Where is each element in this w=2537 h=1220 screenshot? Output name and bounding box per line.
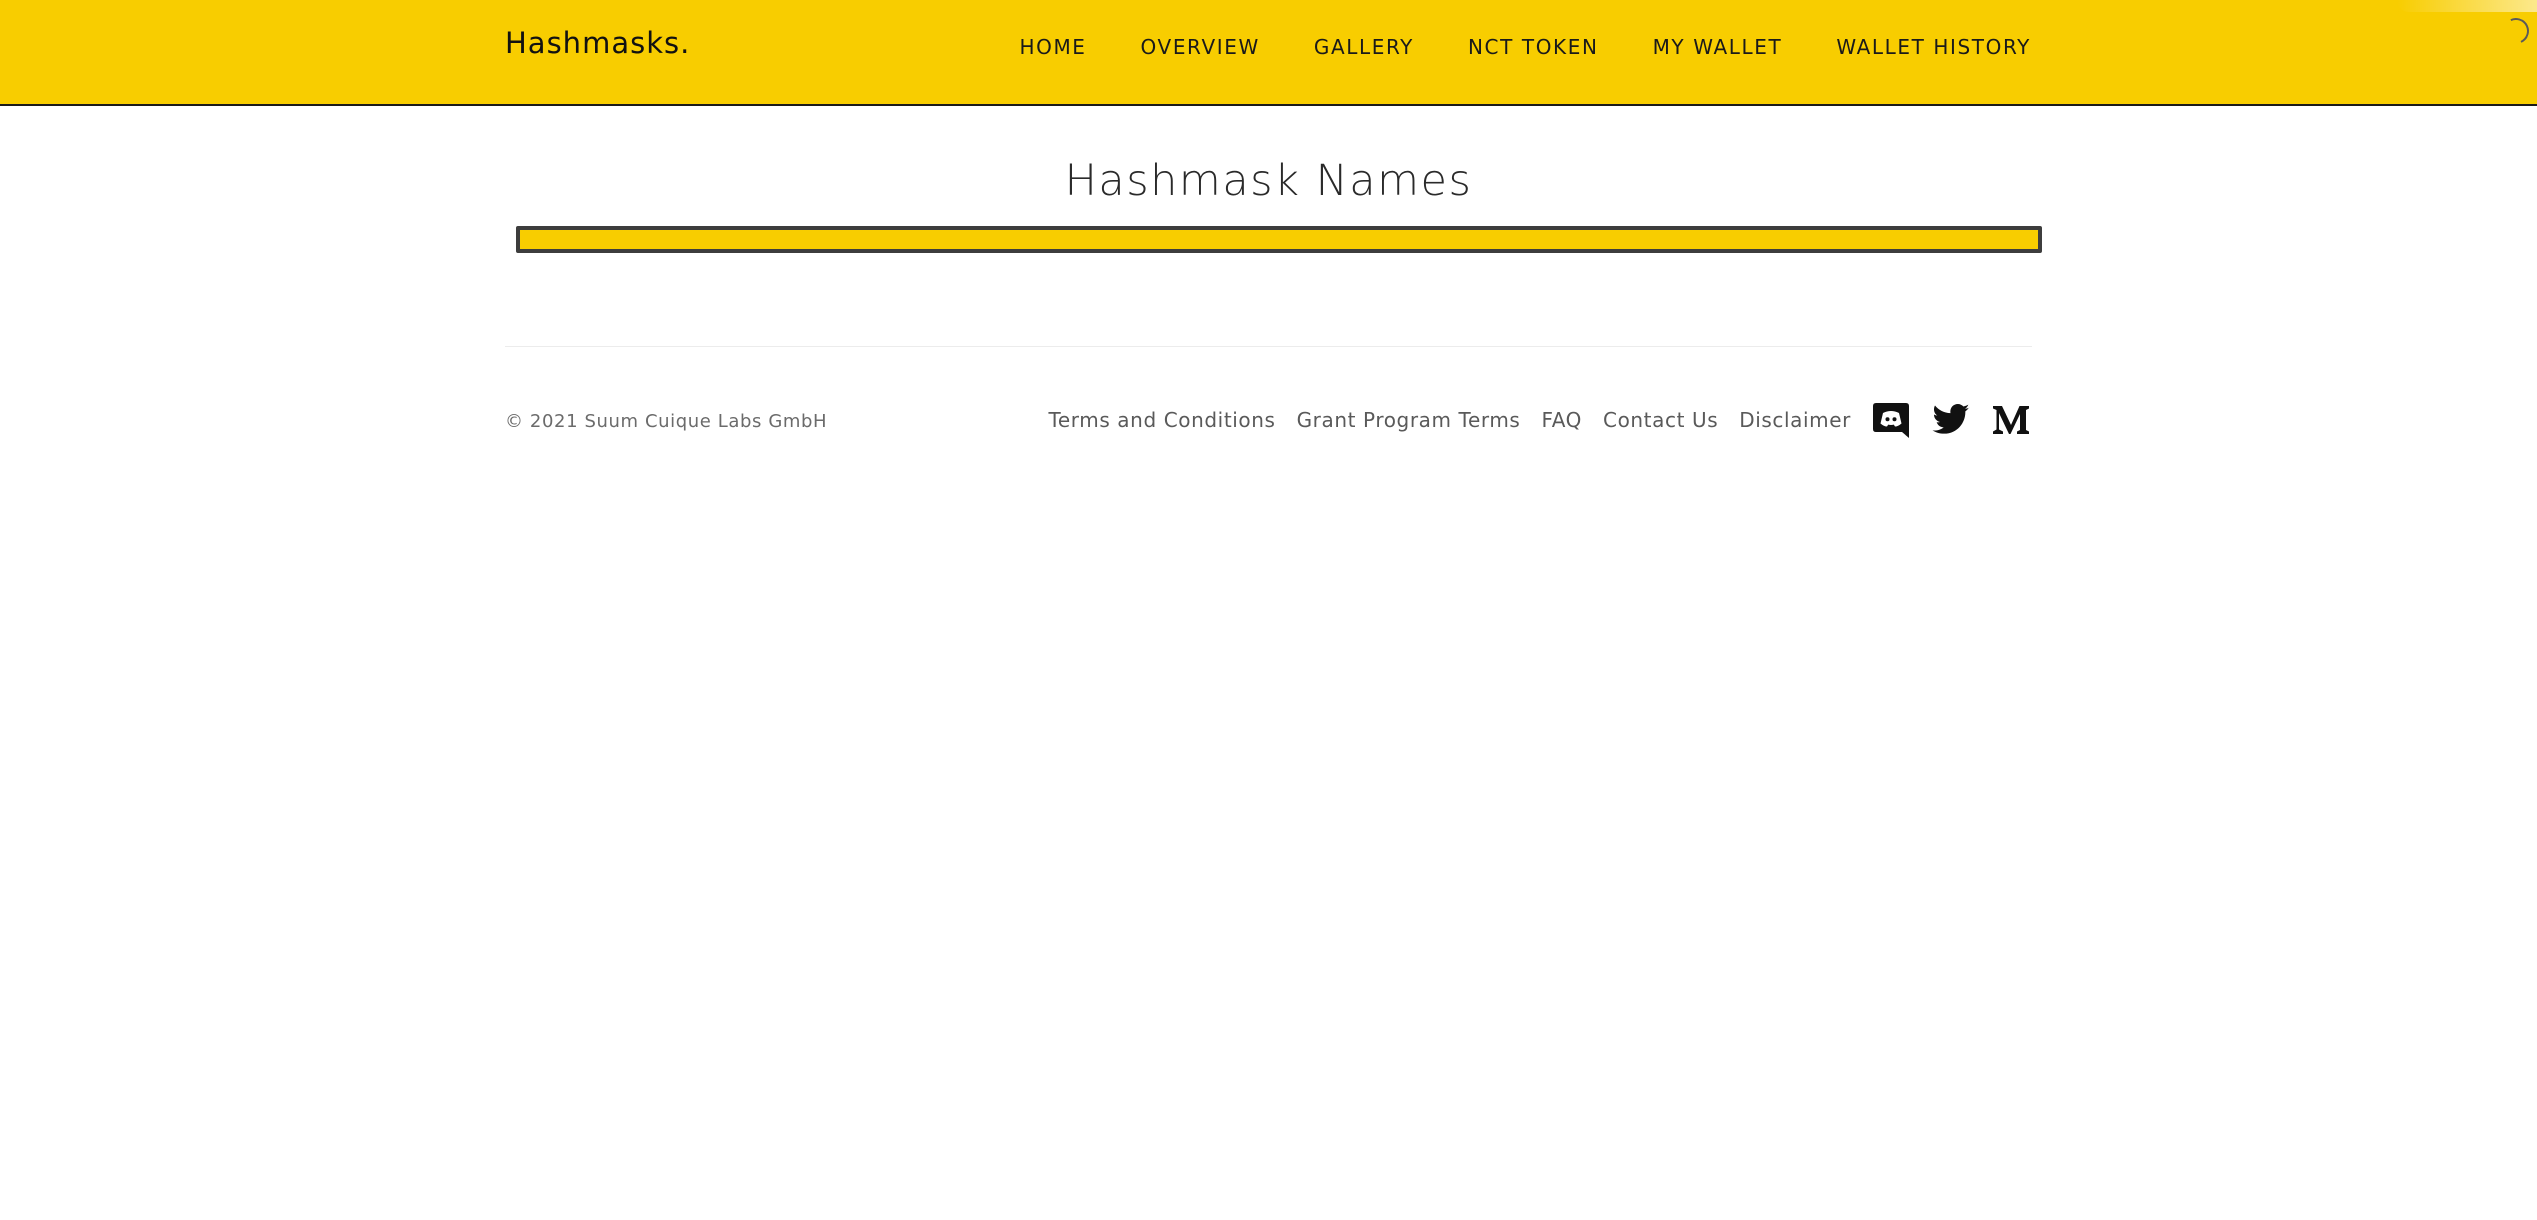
footer-links: Terms and Conditions Grant Program Terms… [1048,400,2031,440]
twitter-icon[interactable] [1931,400,1971,440]
loading-progress-bar [516,226,2042,253]
brand-logo[interactable]: Hashmasks. [505,26,690,60]
footer-link-disclaimer[interactable]: Disclaimer [1739,400,1851,440]
nav-overview[interactable]: OVERVIEW [1141,33,1260,61]
medium-icon[interactable] [1991,400,2031,440]
main-nav: HOME OVERVIEW GALLERY NCT TOKEN MY WALLE… [1019,33,2031,61]
footer-divider [505,346,2032,347]
social-links [1871,400,2031,440]
footer-link-contact[interactable]: Contact Us [1603,400,1718,440]
footer-link-grant-terms[interactable]: Grant Program Terms [1297,400,1521,440]
top-header: Hashmasks. HOME OVERVIEW GALLERY NCT TOK… [0,0,2537,106]
loading-glow [2397,0,2537,12]
page-title: Hashmask Names [1064,156,1473,206]
progress-fill [520,230,2038,249]
discord-icon[interactable] [1871,400,1911,440]
loading-spinner-icon [2499,14,2533,48]
nav-nct-token[interactable]: NCT TOKEN [1468,33,1599,61]
copyright-text: © 2021 Suum Cuique Labs GmbH [505,411,828,432]
footer-link-faq[interactable]: FAQ [1541,400,1582,440]
footer-link-terms[interactable]: Terms and Conditions [1048,400,1275,440]
nav-home[interactable]: HOME [1019,33,1086,61]
nav-wallet-history[interactable]: WALLET HISTORY [1836,33,2031,61]
nav-my-wallet[interactable]: MY WALLET [1653,33,1783,61]
nav-gallery[interactable]: GALLERY [1314,33,1414,61]
